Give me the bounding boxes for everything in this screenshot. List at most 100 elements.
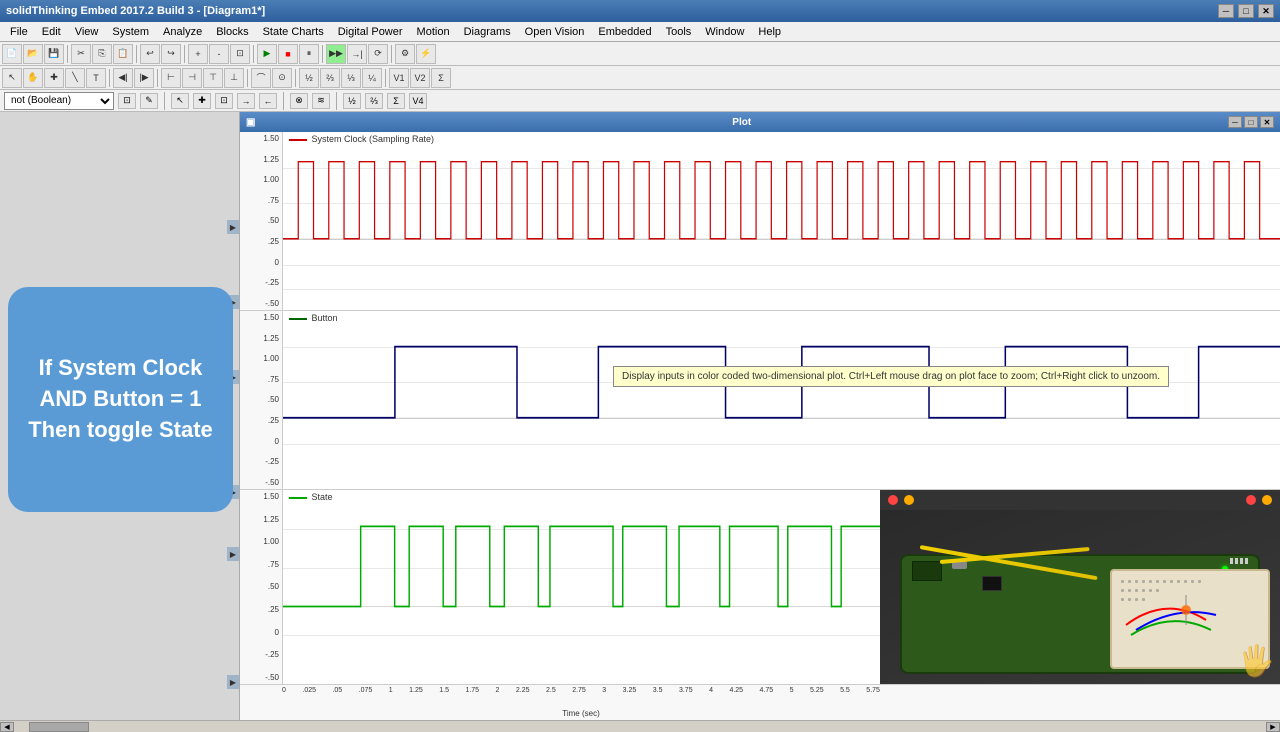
tb-pause[interactable]: ⏸ xyxy=(299,44,319,64)
tb-v1[interactable]: V1 xyxy=(389,68,409,88)
menu-motion[interactable]: Motion xyxy=(411,24,456,40)
sidebar-arrow-5[interactable]: ▶ xyxy=(227,547,239,561)
state-chart-section: 1.50 1.25 1.00 .75 .50 .25 0 -.25 -.50 S xyxy=(240,490,880,684)
scroll-left-btn[interactable]: ◀ xyxy=(0,722,14,732)
menu-edit[interactable]: Edit xyxy=(36,24,67,40)
tb-play[interactable]: ▶ xyxy=(257,44,277,64)
dd-arrow-1[interactable]: ↖ xyxy=(171,93,189,109)
sidebar-arrow-1[interactable]: ▶ xyxy=(227,220,239,234)
sidebar-arrow-6[interactable]: ▶ xyxy=(227,675,239,689)
tb-sep-6 xyxy=(391,45,392,63)
tb-math4[interactable]: ¼ xyxy=(362,68,382,88)
tb-zoom-out[interactable]: - xyxy=(209,44,229,64)
menu-blocks[interactable]: Blocks xyxy=(210,24,254,40)
tb-reset[interactable]: ⟳ xyxy=(368,44,388,64)
menu-system[interactable]: System xyxy=(106,24,155,40)
type-dropdown[interactable]: not (Boolean) xyxy=(4,92,114,110)
tb-math2[interactable]: ⅔ xyxy=(320,68,340,88)
restore-button[interactable]: □ xyxy=(1238,4,1254,18)
plot-title-bar: ▣ Plot ─ □ ✕ xyxy=(240,112,1280,132)
button-chart-area[interactable]: Button Display inputs in color coded xyxy=(282,311,1280,489)
tb-cross[interactable]: ✚ xyxy=(44,68,64,88)
plot-restore[interactable]: □ xyxy=(1244,116,1258,128)
tb-redo[interactable]: ↪ xyxy=(161,44,181,64)
menu-diagrams[interactable]: Diagrams xyxy=(458,24,517,40)
tb-step[interactable]: →| xyxy=(347,44,367,64)
tb-align-right[interactable]: ⊤ xyxy=(203,68,223,88)
tb-next-state[interactable]: |▶ xyxy=(134,68,154,88)
dd-arrow-5[interactable]: ← xyxy=(259,93,277,109)
scroll-right-btn[interactable]: ▶ xyxy=(1266,722,1280,732)
dd-v3[interactable]: Σ xyxy=(387,93,405,109)
tb-run[interactable]: ▶▶ xyxy=(326,44,346,64)
menu-help[interactable]: Help xyxy=(752,24,787,40)
menu-file[interactable]: File xyxy=(4,24,34,40)
tb-copy[interactable]: ⎘ xyxy=(92,44,112,64)
tb-wire[interactable]: ⌒ xyxy=(251,68,271,88)
dd-v2[interactable]: ⅔ xyxy=(365,93,383,109)
tb2-sep-4 xyxy=(295,69,296,87)
tb-build[interactable]: ⚙ xyxy=(395,44,415,64)
info-box-text: If System Clock AND Button = 1 Then togg… xyxy=(24,353,217,445)
tb-sep-3 xyxy=(184,45,185,63)
tb-paste[interactable]: 📋 xyxy=(113,44,133,64)
dd-arrow-2[interactable]: ✚ xyxy=(193,93,211,109)
minimize-button[interactable]: ─ xyxy=(1218,4,1234,18)
tooltip: Display inputs in color coded two-dimens… xyxy=(613,366,1169,387)
tb-line[interactable]: ╲ xyxy=(65,68,85,88)
h-scrollbar: ◀ ▶ xyxy=(0,720,1280,732)
plot-minimize[interactable]: ─ xyxy=(1228,116,1242,128)
state-svg xyxy=(283,490,880,684)
tb-math3[interactable]: ⅓ xyxy=(341,68,361,88)
tb-align-center[interactable]: ⊣ xyxy=(182,68,202,88)
tb-save[interactable]: 💾 xyxy=(44,44,64,64)
dd-sep-1 xyxy=(164,92,165,110)
menu-analyze[interactable]: Analyze xyxy=(157,24,208,40)
tb-open[interactable]: 📂 xyxy=(23,44,43,64)
tb-fit[interactable]: ⊡ xyxy=(230,44,250,64)
plot-window: ▣ Plot ─ □ ✕ 1.50 1.25 1.00 .75 .50 .25 … xyxy=(240,112,1280,720)
tb-stop[interactable]: ■ xyxy=(278,44,298,64)
dropdown-btn-1[interactable]: ⊡ xyxy=(118,93,136,109)
video-overlay: 🖐 xyxy=(880,490,1280,684)
menu-view[interactable]: View xyxy=(69,24,105,40)
tb2-sep-1 xyxy=(109,69,110,87)
menu-tools[interactable]: Tools xyxy=(660,24,698,40)
tb-align-top[interactable]: ⊥ xyxy=(224,68,244,88)
tb-align-left[interactable]: ⊢ xyxy=(161,68,181,88)
dd-arrow-3[interactable]: ⊡ xyxy=(215,93,233,109)
tb-undo[interactable]: ↩ xyxy=(140,44,160,64)
tb-new[interactable]: 📄 xyxy=(2,44,22,64)
dd-v1[interactable]: ½ xyxy=(343,93,361,109)
tb-hand[interactable]: ✋ xyxy=(23,68,43,88)
tb-math1[interactable]: ½ xyxy=(299,68,319,88)
tb-arrow[interactable]: ↖ xyxy=(2,68,22,88)
button-svg xyxy=(283,311,1280,489)
menu-open-vision[interactable]: Open Vision xyxy=(519,24,591,40)
state-chart-area[interactable]: State xyxy=(282,490,880,684)
dd-extra-2[interactable]: ≋ xyxy=(312,93,330,109)
tb-sep-1 xyxy=(67,45,68,63)
scroll-thumb[interactable] xyxy=(29,722,89,732)
menu-window[interactable]: Window xyxy=(699,24,750,40)
close-button[interactable]: ✕ xyxy=(1258,4,1274,18)
menu-state-charts[interactable]: State Charts xyxy=(257,24,330,40)
tb-v2[interactable]: V2 xyxy=(410,68,430,88)
tb-prev-state[interactable]: ◀| xyxy=(113,68,133,88)
tb-probe[interactable]: ⊙ xyxy=(272,68,292,88)
dropdown-btn-2[interactable]: ✎ xyxy=(140,93,158,109)
tb2-sep-5 xyxy=(385,69,386,87)
tb-zoom-in[interactable]: + xyxy=(188,44,208,64)
dd-extra-1[interactable]: ⊗ xyxy=(290,93,308,109)
tb-cut[interactable]: ✂ xyxy=(71,44,91,64)
button-chart-section: 1.50 1.25 1.00 .75 .50 .25 0 -.25 -.50 B… xyxy=(240,311,1280,490)
dd-arrow-4[interactable]: → xyxy=(237,93,255,109)
clock-chart-area[interactable]: System Clock (Sampling Rate) xyxy=(282,132,1280,310)
tb-v3[interactable]: Σ xyxy=(431,68,451,88)
menu-embedded[interactable]: Embedded xyxy=(592,24,657,40)
menu-digital-power[interactable]: Digital Power xyxy=(332,24,409,40)
tb-text[interactable]: T xyxy=(86,68,106,88)
tb-deploy[interactable]: ⚡ xyxy=(416,44,436,64)
plot-close[interactable]: ✕ xyxy=(1260,116,1274,128)
dd-v4[interactable]: V4 xyxy=(409,93,427,109)
